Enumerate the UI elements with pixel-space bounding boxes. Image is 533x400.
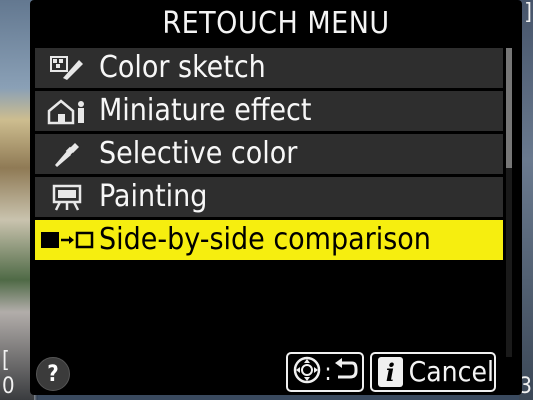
color-sketch-icon [35, 48, 99, 88]
painting-icon [35, 177, 99, 217]
side-by-side-icon [35, 220, 99, 260]
menu-item-label: Miniature effect [99, 93, 312, 128]
left-edge-digit: 0 [2, 374, 15, 399]
menu-item-label: Side-by-side comparison [99, 222, 431, 257]
miniature-effect-icon [35, 91, 99, 131]
menu-item-painting[interactable]: Painting [35, 177, 503, 217]
selective-color-icon [35, 134, 99, 174]
cancel-button[interactable]: i Cancel [370, 352, 496, 392]
menu-item-miniature-effect[interactable]: Miniature effect [35, 91, 503, 131]
info-button-icon: i [378, 357, 403, 387]
cancel-label: Cancel [408, 355, 494, 388]
retouch-menu-list: Color sketch Miniature effect Selective … [35, 48, 503, 263]
colon-separator-icon: : [324, 358, 332, 386]
menu-item-label: Color sketch [99, 50, 266, 85]
multi-selector-back-button[interactable]: : [286, 352, 364, 392]
right-edge-glyph-top: ] [524, 0, 532, 25]
menu-item-label: Selective color [99, 136, 298, 171]
menu-item-side-by-side-comparison[interactable]: Side-by-side comparison [35, 220, 503, 260]
menu-scrollbar[interactable] [506, 48, 512, 357]
page-title: RETOUCH MENU [162, 6, 390, 41]
help-button[interactable]: ? [36, 357, 70, 391]
retouch-menu-panel: RETOUCH MENU Color sketch Miniature effe… [30, 0, 522, 395]
multi-selector-icon [292, 355, 322, 389]
background-left-strip [0, 0, 34, 400]
menu-item-selective-color[interactable]: Selective color [35, 134, 503, 174]
return-arrow-icon [334, 357, 358, 387]
menu-item-color-sketch[interactable]: Color sketch [35, 48, 503, 88]
menu-item-label: Painting [99, 179, 208, 214]
menu-scrollbar-thumb[interactable] [506, 48, 512, 168]
left-edge-frame-glyph: [ [2, 348, 10, 373]
